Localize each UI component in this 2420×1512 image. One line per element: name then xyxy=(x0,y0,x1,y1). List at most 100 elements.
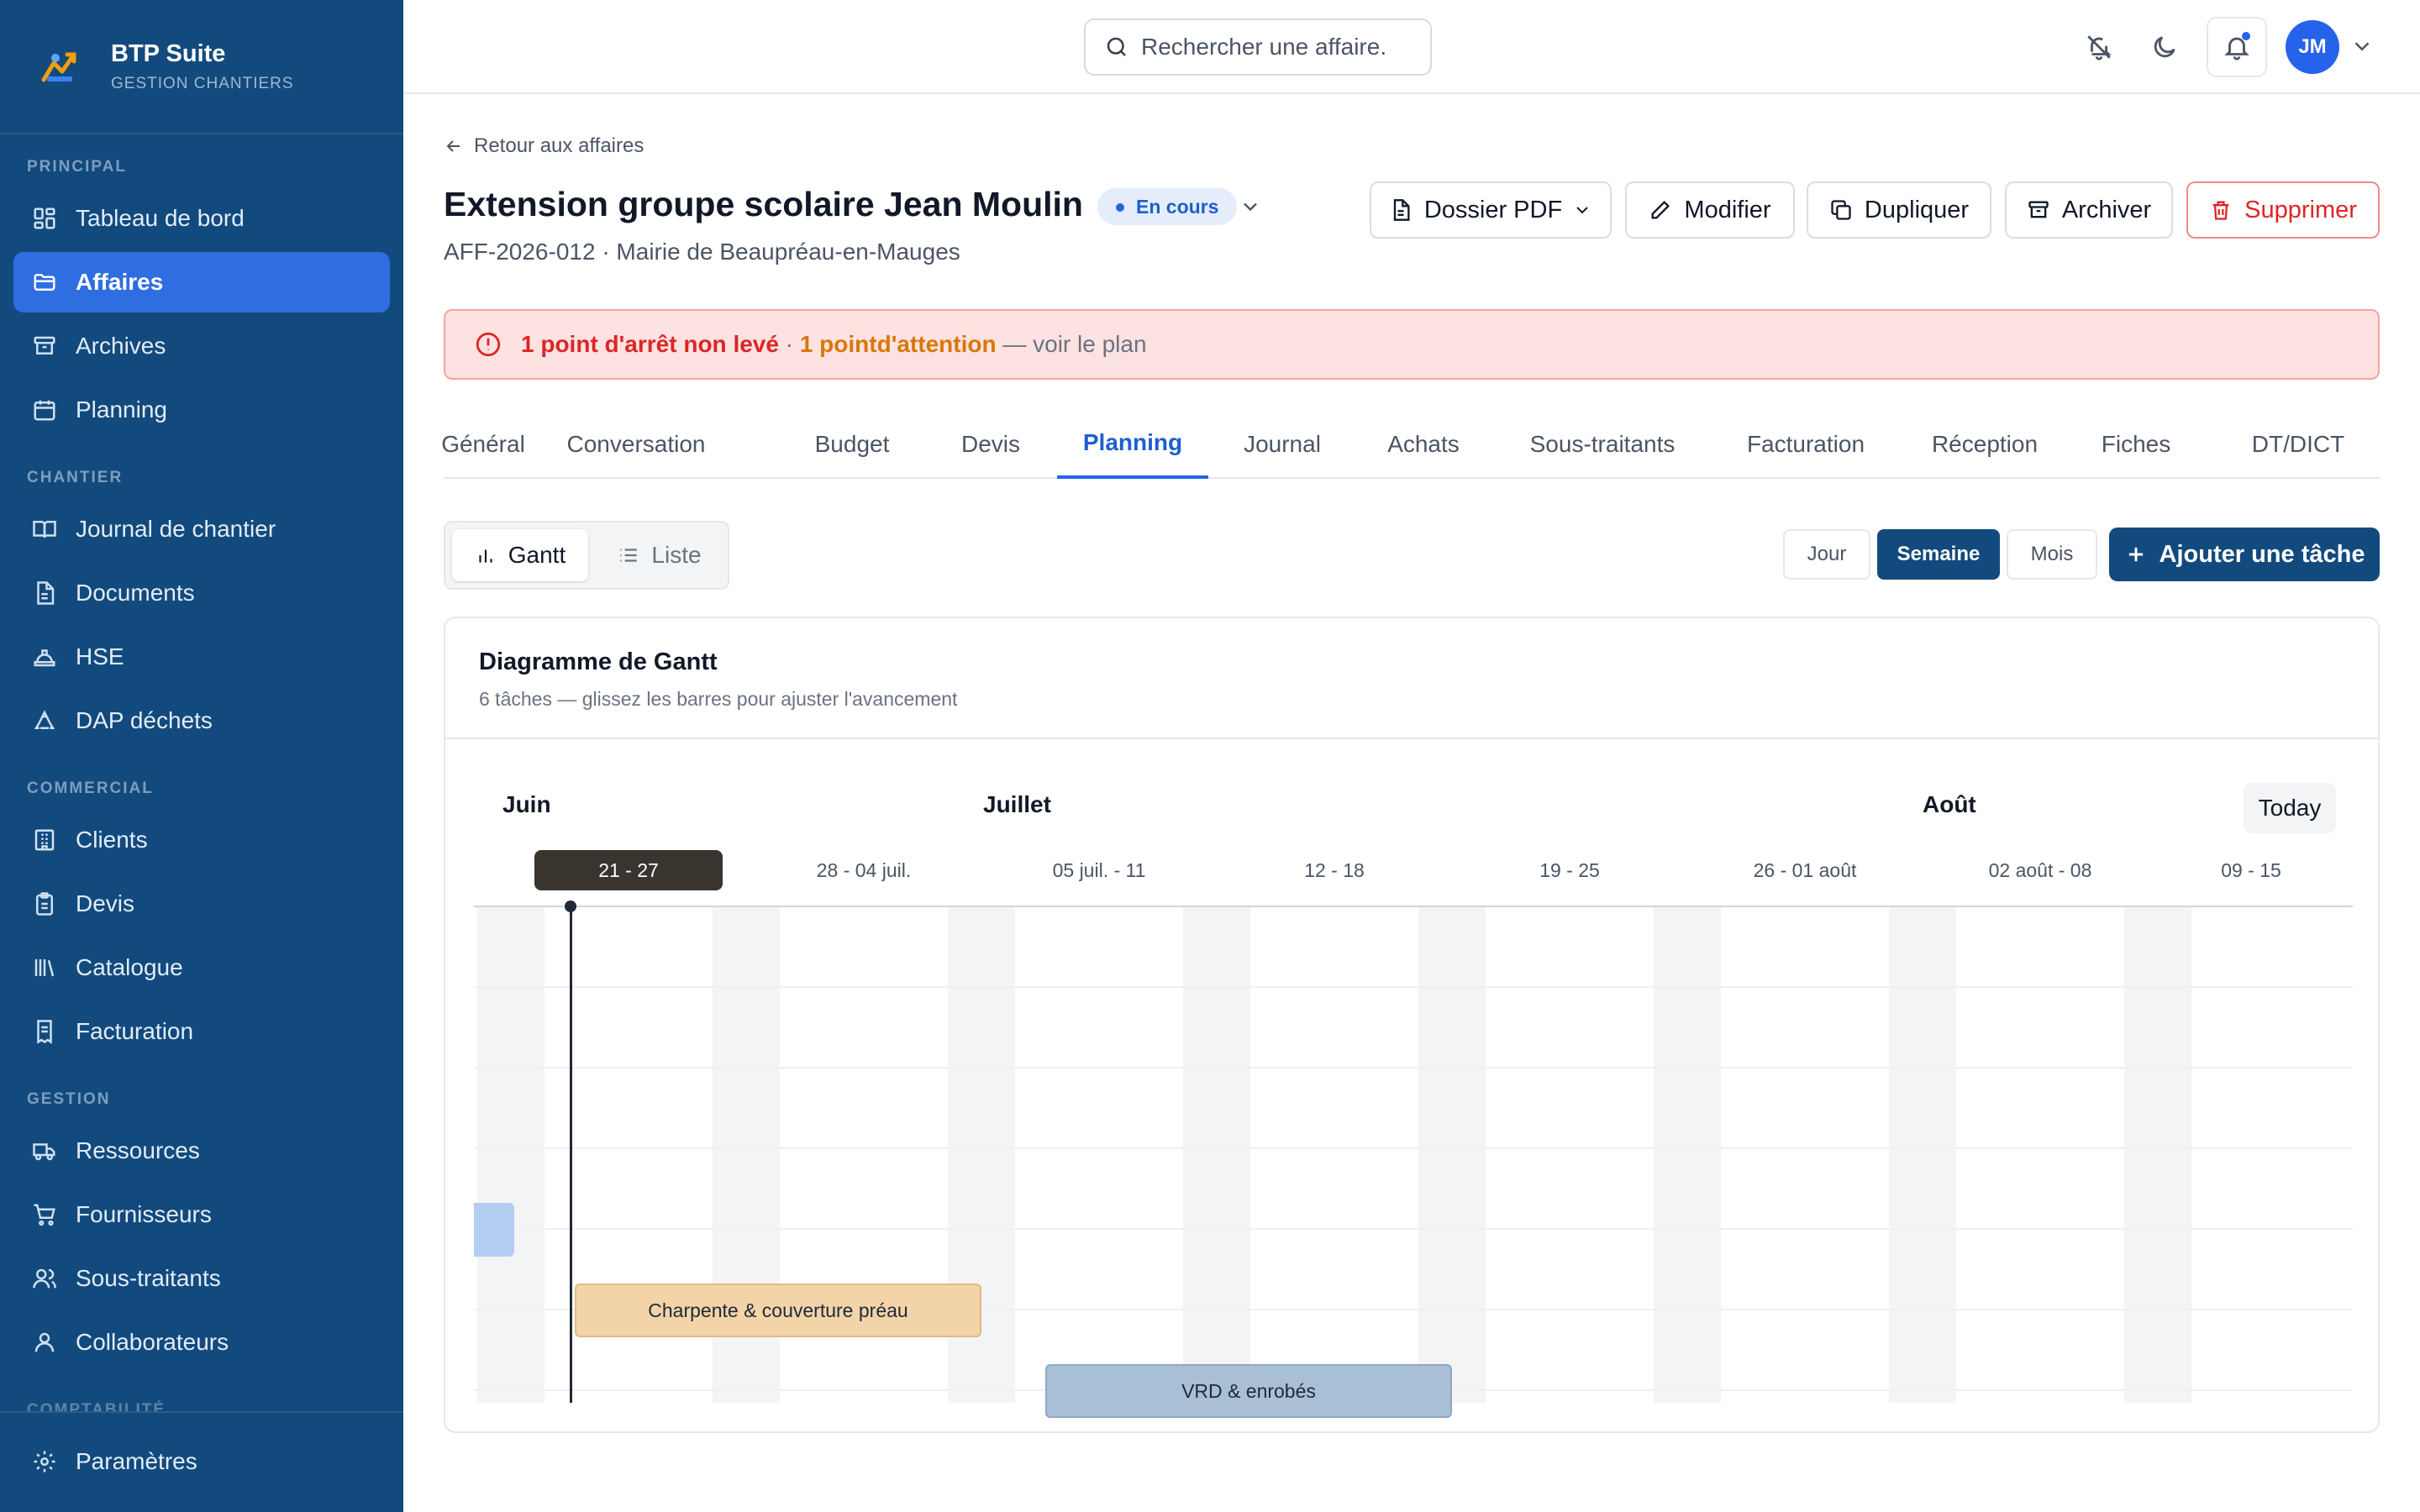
back-link[interactable]: Retour aux affaires xyxy=(444,134,644,158)
sidebar-item-archives[interactable]: Archives xyxy=(13,316,390,376)
add-task-button[interactable]: Ajouter une tâche xyxy=(2109,528,2380,581)
gantt-card-header: Diagramme de Gantt 6 tâches — glissez le… xyxy=(445,618,2378,739)
alert-banner[interactable]: 1 point d'arrêt non levé · 1 pointd'atte… xyxy=(444,309,2380,380)
sidebar-item-sous-traitants[interactable]: Sous-traitants xyxy=(13,1248,390,1309)
edit-button[interactable]: Modifier xyxy=(1625,181,1795,239)
today-button[interactable]: Today xyxy=(2244,783,2336,833)
sidebar-item-planning[interactable]: Planning xyxy=(13,380,390,440)
page-subtitle: AFF-2026-012 · Mairie de Beaupréau-en-Ma… xyxy=(444,239,960,265)
gear-icon xyxy=(34,1451,55,1473)
week-label: 02 août - 08 xyxy=(1988,858,2092,881)
cart-icon xyxy=(34,1204,55,1226)
tab-facturation[interactable]: Facturation xyxy=(1741,410,1870,479)
users-icon xyxy=(33,1268,56,1289)
bell-off-icon xyxy=(2087,35,2112,60)
gantt-bar-vrd[interactable]: VRD & enrobés xyxy=(1045,1364,1452,1418)
tab-devis[interactable]: Devis xyxy=(960,410,1022,479)
duplicate-button[interactable]: Dupliquer xyxy=(1807,181,1991,239)
sidebar-item-tableau-de-bord[interactable]: Tableau de bord xyxy=(13,188,390,249)
tab-conversation[interactable]: Conversation xyxy=(543,410,729,479)
sidebar-item-affaires[interactable]: Affaires xyxy=(13,252,390,312)
tab-fiches[interactable]: Fiches xyxy=(2097,410,2175,479)
sidebar-item-documents[interactable]: Documents xyxy=(13,563,390,623)
gantt-subtitle: 6 tâches — glissez les barres pour ajust… xyxy=(479,688,958,710)
weekend-column xyxy=(477,907,544,1403)
weekend-column xyxy=(1654,907,1721,1403)
search-input[interactable] xyxy=(1141,34,1410,60)
recycle-icon xyxy=(34,710,55,729)
tab-planning[interactable]: Planning xyxy=(1057,410,1208,479)
week-label: 28 - 04 juil. xyxy=(816,858,912,881)
archive-label: Archiver xyxy=(2061,196,2152,223)
row-divider xyxy=(474,1228,2353,1230)
tab-general[interactable]: Général xyxy=(441,410,525,479)
row-divider xyxy=(474,1067,2353,1068)
pdf-label: Dossier PDF xyxy=(1423,196,1563,223)
sidebar-item-devis[interactable]: Devis xyxy=(13,874,390,934)
pdf-dossier-button[interactable]: Dossier PDF xyxy=(1370,181,1612,239)
calendar-icon xyxy=(34,400,55,421)
sidebar-item-label: Catalogue xyxy=(76,954,183,980)
tab-dt-dict[interactable]: DT/DICT xyxy=(2230,410,2366,479)
scale-week-button[interactable]: Semaine xyxy=(1877,529,2000,580)
notification-dot xyxy=(2242,32,2250,40)
section-chantier: CHANTIER xyxy=(27,469,124,486)
chevron-down-icon[interactable] xyxy=(2349,34,2375,59)
sidebar-item-clients[interactable]: Clients xyxy=(13,810,390,870)
sidebar-item-dap-dechets[interactable]: DAP déchets xyxy=(13,690,390,751)
alert-attention-points: 1 pointd'attention xyxy=(799,331,997,357)
month-label: Juillet xyxy=(983,791,1051,817)
edit-label: Modifier xyxy=(1684,196,1771,223)
tab-sous-traitants[interactable]: Sous-traitants xyxy=(1521,410,1684,479)
sidebar-item-label: Collaborateurs xyxy=(76,1329,229,1355)
sidebar-item-catalogue[interactable]: Catalogue xyxy=(13,937,390,998)
theme-toggle-button[interactable] xyxy=(2141,24,2188,71)
section-principal: PRINCIPAL xyxy=(27,158,127,176)
gantt-bar-charpente[interactable]: Charpente & couverture préau xyxy=(575,1284,981,1337)
alert-circle-icon xyxy=(476,332,501,357)
clipboard-icon xyxy=(36,892,53,916)
sidebar-item-label: HSE xyxy=(76,643,124,669)
week-label: 09 - 15 xyxy=(2221,858,2281,881)
sidebar-item-hse[interactable]: HSE xyxy=(13,627,390,687)
copy-icon xyxy=(1831,200,1851,220)
gantt-bar-partial[interactable] xyxy=(474,1203,514,1257)
sidebar-item-parametres[interactable]: Paramètres xyxy=(13,1431,390,1492)
month-label: Août xyxy=(1923,791,1976,817)
sidebar-item-facturation[interactable]: Facturation xyxy=(13,1001,390,1062)
plus-icon xyxy=(2128,547,2143,562)
bar-chart-icon xyxy=(479,549,492,563)
folder-icon xyxy=(34,274,55,291)
file-icon xyxy=(1393,199,1410,221)
sidebar-item-collaborateurs[interactable]: Collaborateurs xyxy=(13,1312,390,1373)
avatar[interactable]: JM xyxy=(2286,20,2339,74)
trash-icon xyxy=(2212,201,2229,220)
status-badge[interactable]: En cours xyxy=(1097,188,1238,225)
tab-journal[interactable]: Journal xyxy=(1240,410,1324,479)
section-commercial: COMMERCIAL xyxy=(27,780,154,797)
tab-budget[interactable]: Budget xyxy=(812,410,892,479)
week-label: 05 juil. - 11 xyxy=(1052,858,1146,881)
notifications-button[interactable] xyxy=(2207,17,2267,77)
row-divider xyxy=(474,1147,2353,1149)
library-icon xyxy=(34,959,55,977)
chevron-down-icon[interactable] xyxy=(1239,195,1262,218)
search-box[interactable] xyxy=(1084,18,1432,76)
delete-button[interactable]: Supprimer xyxy=(2186,181,2380,239)
archive-button[interactable]: Archiver xyxy=(2005,181,2173,239)
list-view-button[interactable]: Liste xyxy=(597,529,723,581)
sidebar-item-fournisseurs[interactable]: Fournisseurs xyxy=(13,1184,390,1245)
tab-reception[interactable]: Réception xyxy=(1926,410,2044,479)
sidebar-item-journal[interactable]: Journal de chantier xyxy=(13,499,390,559)
document-icon xyxy=(37,581,55,605)
brand[interactable]: BTP Suite GESTION CHANTIERS xyxy=(0,0,403,134)
gantt-view-button[interactable]: Gantt xyxy=(452,529,588,581)
scale-day-button[interactable]: Jour xyxy=(1783,529,1870,580)
tab-achats[interactable]: Achats xyxy=(1385,410,1462,479)
week-label: 12 - 18 xyxy=(1304,858,1365,881)
weekend-column xyxy=(2124,907,2191,1403)
sidebar-item-ressources[interactable]: Ressources xyxy=(13,1121,390,1181)
notifications-off-button[interactable] xyxy=(2075,24,2123,71)
invoice-icon xyxy=(37,1020,52,1044)
scale-month-button[interactable]: Mois xyxy=(2007,529,2097,580)
